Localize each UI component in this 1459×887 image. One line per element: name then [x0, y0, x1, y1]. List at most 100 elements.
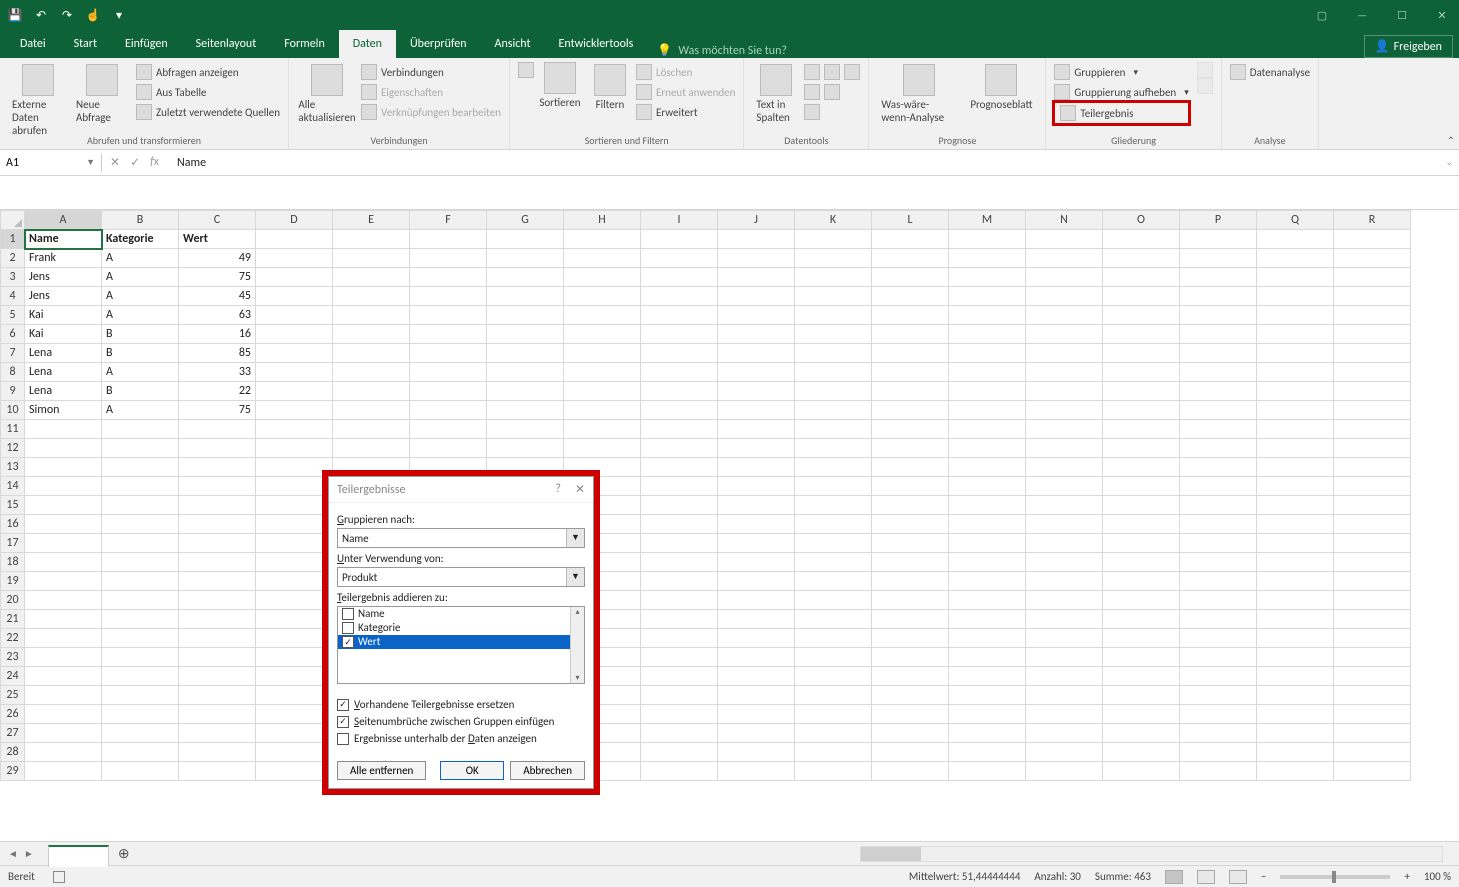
cell[interactable] [1334, 287, 1411, 306]
cell[interactable]: 75 [179, 268, 256, 287]
cell[interactable] [179, 629, 256, 648]
cell[interactable]: Jens [25, 287, 102, 306]
cell[interactable] [872, 287, 949, 306]
row-header[interactable]: 5 [1, 306, 25, 325]
cell[interactable] [1103, 724, 1180, 743]
cell[interactable] [795, 496, 872, 515]
cell[interactable] [487, 268, 564, 287]
cell[interactable] [1257, 382, 1334, 401]
cell[interactable] [179, 610, 256, 629]
cell[interactable] [718, 382, 795, 401]
pagebreak-checkbox[interactable]: Seitenumbrüche zwischen Gruppen einfügen [337, 715, 585, 728]
cell[interactable] [1103, 458, 1180, 477]
cell[interactable] [795, 572, 872, 591]
cell[interactable] [102, 610, 179, 629]
cell[interactable] [949, 458, 1026, 477]
cell[interactable] [1334, 477, 1411, 496]
cell[interactable] [1334, 686, 1411, 705]
ok-button[interactable]: OK [440, 761, 504, 780]
cell[interactable] [1180, 762, 1257, 781]
text-to-columns-button[interactable]: Text in Spalten [752, 62, 800, 138]
cell[interactable] [1103, 268, 1180, 287]
cell[interactable] [641, 401, 718, 420]
cell[interactable] [487, 306, 564, 325]
cell[interactable] [795, 344, 872, 363]
cell[interactable] [1103, 762, 1180, 781]
cell[interactable]: Wert [179, 230, 256, 249]
cell[interactable]: 85 [179, 344, 256, 363]
cell[interactable] [641, 534, 718, 553]
cell[interactable] [1257, 230, 1334, 249]
cell[interactable] [795, 591, 872, 610]
field-item[interactable]: Name [338, 607, 570, 621]
cell[interactable] [718, 439, 795, 458]
cell[interactable] [1103, 610, 1180, 629]
cell[interactable] [102, 591, 179, 610]
cell[interactable] [256, 667, 333, 686]
page-break-view-icon[interactable] [1229, 870, 1247, 884]
cell[interactable] [949, 363, 1026, 382]
cell[interactable] [1334, 705, 1411, 724]
cell[interactable] [1026, 743, 1103, 762]
cell[interactable] [410, 363, 487, 382]
cell[interactable] [179, 648, 256, 667]
name-box[interactable]: A1▼ [0, 154, 102, 172]
column-header[interactable]: A [25, 211, 102, 230]
column-header[interactable]: Q [1257, 211, 1334, 230]
fields-listbox[interactable]: NameKategorieWert ▴▾ [337, 606, 585, 684]
cell[interactable] [256, 268, 333, 287]
cell[interactable] [795, 648, 872, 667]
cell[interactable]: Simon [25, 401, 102, 420]
cell[interactable] [564, 344, 641, 363]
cell[interactable]: A [102, 306, 179, 325]
cell[interactable] [1026, 382, 1103, 401]
ungroup-button[interactable]: Gruppierung aufheben▾ [1054, 82, 1188, 102]
help-icon[interactable]: ? [555, 482, 561, 497]
manage-model-icon[interactable] [804, 104, 820, 120]
column-header[interactable]: H [564, 211, 641, 230]
cell[interactable] [487, 439, 564, 458]
cell[interactable] [1026, 553, 1103, 572]
cell[interactable] [641, 629, 718, 648]
close-icon[interactable]: ✕ [1431, 9, 1453, 22]
cell[interactable] [25, 610, 102, 629]
cell[interactable] [1103, 534, 1180, 553]
cell[interactable]: 45 [179, 287, 256, 306]
cell[interactable] [795, 705, 872, 724]
cell[interactable] [256, 496, 333, 515]
cell[interactable] [718, 629, 795, 648]
cell[interactable] [718, 686, 795, 705]
cell[interactable] [1180, 477, 1257, 496]
cell[interactable] [1334, 306, 1411, 325]
cell[interactable] [641, 477, 718, 496]
ribbon-tab-datei[interactable]: Datei [6, 30, 60, 58]
relationships-icon[interactable] [824, 84, 840, 100]
cell[interactable]: Kategorie [102, 230, 179, 249]
cell[interactable] [872, 249, 949, 268]
cell[interactable] [1026, 724, 1103, 743]
use-function-select[interactable]: Produkt▼ [337, 567, 585, 587]
cell[interactable] [1026, 705, 1103, 724]
cell[interactable] [949, 762, 1026, 781]
cell[interactable] [795, 382, 872, 401]
cell[interactable] [872, 268, 949, 287]
column-header[interactable]: B [102, 211, 179, 230]
cell[interactable] [256, 724, 333, 743]
cell[interactable] [1257, 306, 1334, 325]
cancel-button[interactable]: Abbrechen [510, 761, 585, 780]
cell[interactable] [641, 382, 718, 401]
cell[interactable] [1103, 629, 1180, 648]
cell[interactable] [949, 515, 1026, 534]
cell[interactable] [1026, 610, 1103, 629]
cell[interactable] [487, 287, 564, 306]
cell[interactable] [1026, 629, 1103, 648]
cell[interactable] [1257, 477, 1334, 496]
refresh-all-button[interactable]: Alle aktualisieren [297, 62, 357, 138]
chevron-down-icon[interactable]: ▼ [566, 529, 584, 547]
cell[interactable] [1026, 249, 1103, 268]
column-header[interactable]: I [641, 211, 718, 230]
cell[interactable] [1180, 572, 1257, 591]
cell[interactable] [256, 363, 333, 382]
cell[interactable] [949, 648, 1026, 667]
cell[interactable] [718, 534, 795, 553]
